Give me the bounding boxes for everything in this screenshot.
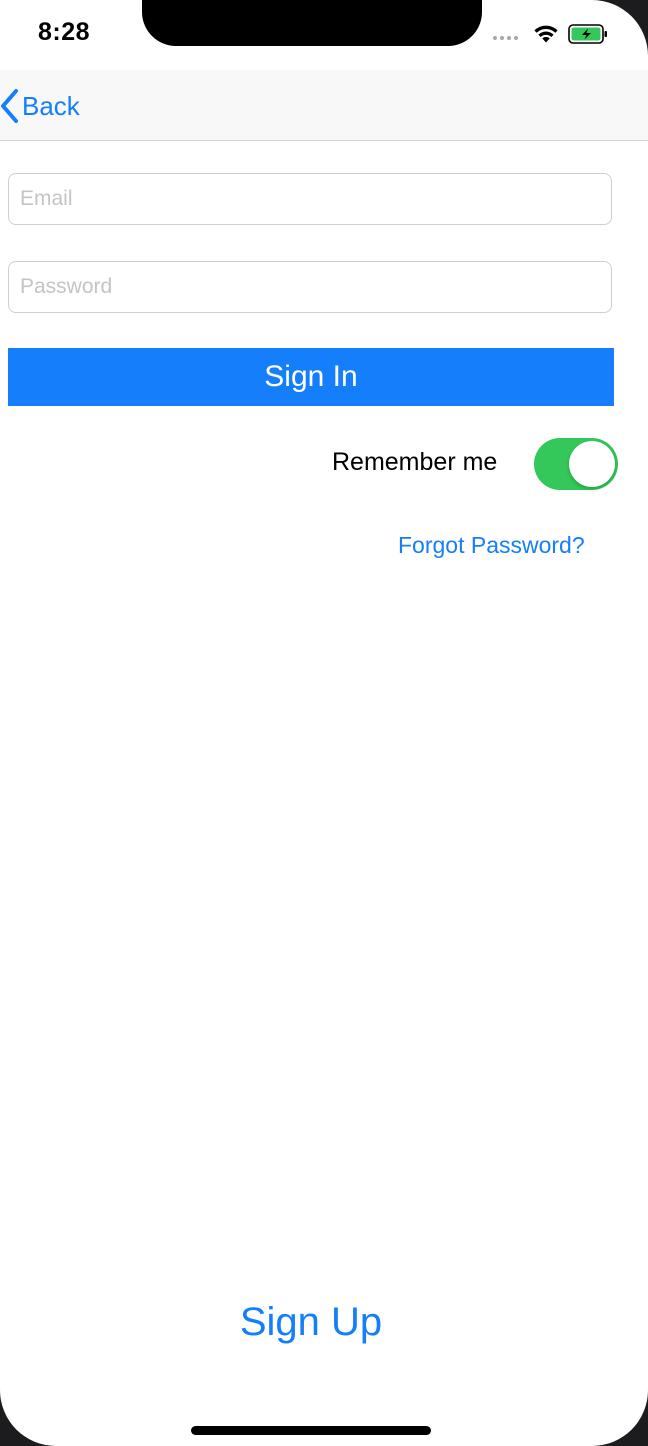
back-label: Back <box>22 90 80 121</box>
remember-me-toggle[interactable] <box>534 438 618 490</box>
back-button[interactable]: Back <box>0 86 80 126</box>
remember-me-label: Remember me <box>332 448 498 476</box>
sign-in-button[interactable]: Sign In <box>8 348 614 406</box>
forgot-password-link[interactable]: Forgot Password? <box>398 532 585 559</box>
notch <box>142 0 482 46</box>
chevron-left-icon <box>1 89 18 123</box>
phone-screen: 8:28 Back Sign In Remember me For <box>0 0 648 1446</box>
navigation-bar: Back <box>0 70 648 141</box>
password-field[interactable] <box>8 261 612 313</box>
home-indicator[interactable] <box>191 1426 431 1435</box>
sign-up-button[interactable]: Sign Up <box>0 1300 622 1345</box>
toggle-knob <box>569 441 615 487</box>
status-bar: 8:28 <box>0 0 648 70</box>
battery-charging-icon <box>568 24 607 44</box>
email-field[interactable] <box>8 173 612 225</box>
status-time: 8:28 <box>38 18 91 46</box>
signal-dots-icon <box>493 36 518 40</box>
wifi-icon <box>534 25 558 43</box>
